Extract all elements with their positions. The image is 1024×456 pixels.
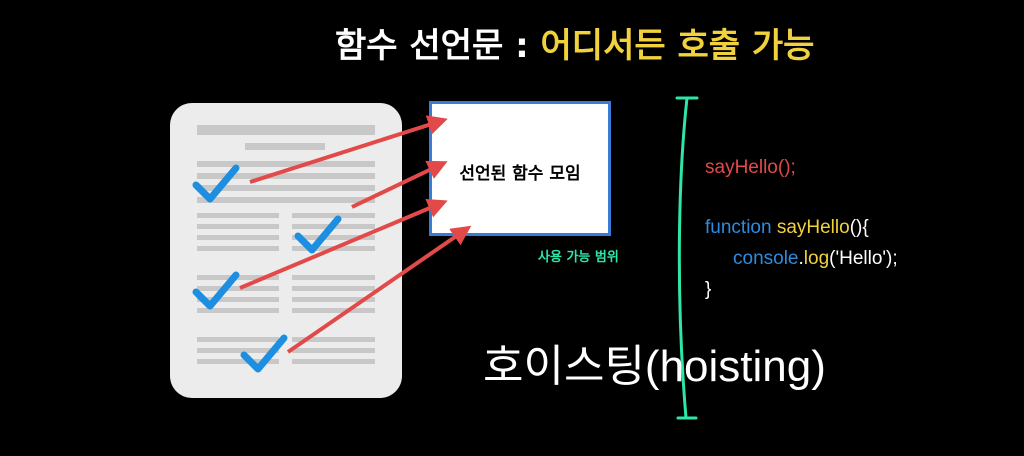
code-function-name: sayHello — [776, 217, 850, 238]
code-call-line: sayHello(); — [705, 157, 796, 178]
arrow — [351, 160, 448, 209]
check-icon — [294, 215, 342, 254]
check-icon — [192, 164, 240, 203]
code-function-line: function sayHello(){ — [705, 217, 869, 239]
code-keyword: function — [705, 217, 772, 238]
arrow — [239, 199, 448, 290]
check-icon — [240, 334, 288, 373]
code-signature: (){ — [849, 217, 869, 238]
scope-label: 사용 가능 범위 — [538, 250, 619, 265]
code-body-line: console.log('Hello'); — [733, 248, 898, 270]
check-icon — [192, 271, 240, 310]
code-close-line: } — [705, 279, 712, 300]
code-method: log — [803, 248, 830, 269]
code-args: ('Hello'); — [829, 248, 898, 269]
hoisting-label: 호이스팅(hoisting) — [483, 342, 826, 391]
code-object: console — [733, 248, 799, 269]
arrow — [249, 115, 448, 184]
